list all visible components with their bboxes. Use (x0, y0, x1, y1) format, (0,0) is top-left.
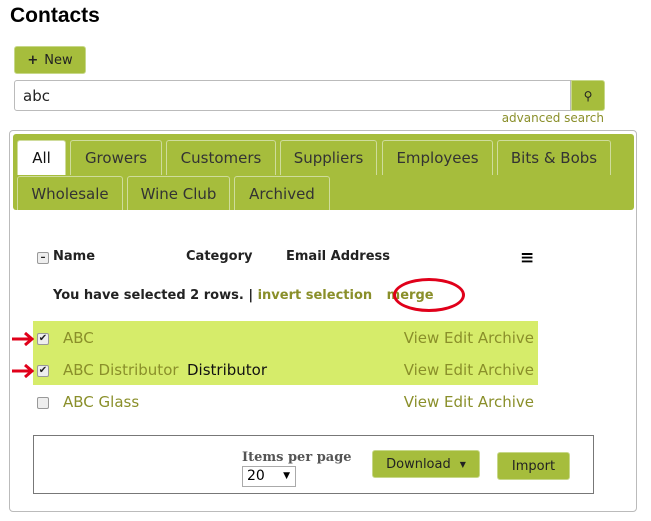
tab-wine-club[interactable]: Wine Club (127, 176, 230, 210)
tab-wholesale[interactable]: Wholesale (17, 176, 123, 210)
tab-bits-bobs[interactable]: Bits & Bobs (497, 140, 611, 175)
selection-bar: You have selected 2 rows. | invert selec… (53, 288, 434, 303)
invert-selection-link[interactable]: invert selection (258, 288, 373, 303)
new-button[interactable]: + New (14, 46, 86, 74)
row-checkbox[interactable]: ✔ (37, 333, 49, 345)
column-email[interactable]: Email Address (286, 249, 390, 264)
column-menu-icon[interactable]: ≡ (520, 248, 534, 268)
tab-employees[interactable]: Employees (382, 140, 493, 175)
search-input[interactable] (14, 80, 571, 111)
annotation-arrow-icon (12, 364, 34, 378)
contact-category: Distributor (187, 361, 268, 379)
row-actions[interactable]: View Edit Archive (404, 329, 534, 347)
tab-customers[interactable]: Customers (166, 140, 276, 175)
column-category[interactable]: Category (186, 249, 252, 264)
download-button[interactable]: Download ▼ (372, 450, 480, 478)
column-name[interactable]: Name (53, 249, 95, 264)
tab-archived[interactable]: Archived (234, 176, 330, 210)
annotation-arrow-icon (12, 332, 34, 346)
tab-growers[interactable]: Growers (70, 140, 162, 175)
row-actions[interactable]: View Edit Archive (404, 393, 534, 411)
import-button[interactable]: Import (497, 452, 570, 480)
search-button[interactable]: ⚲ (571, 80, 605, 111)
caret-down-icon: ▼ (459, 459, 466, 469)
contact-name-link[interactable]: ABC Distributor (63, 361, 179, 379)
tab-all[interactable]: All (17, 140, 66, 175)
tab-suppliers[interactable]: Suppliers (280, 140, 377, 175)
row-checkbox[interactable] (37, 397, 49, 409)
contact-name-link[interactable]: ABC Glass (63, 393, 139, 411)
items-per-page-select[interactable]: 20 ▼ (242, 466, 296, 487)
search-icon: ⚲ (583, 88, 593, 103)
row-actions[interactable]: View Edit Archive (404, 361, 534, 379)
advanced-search-link[interactable]: advanced search (502, 111, 604, 125)
contact-name-link[interactable]: ABC (63, 329, 94, 347)
items-per-page-label: Items per page (242, 450, 352, 465)
dropdown-arrow-icon: ▼ (283, 471, 290, 481)
page-title: Contacts (10, 4, 100, 27)
row-checkbox[interactable]: ✔ (37, 365, 49, 377)
plus-icon: + (27, 52, 39, 68)
select-all-checkbox[interactable]: – (37, 252, 49, 264)
annotation-circle (393, 278, 465, 312)
